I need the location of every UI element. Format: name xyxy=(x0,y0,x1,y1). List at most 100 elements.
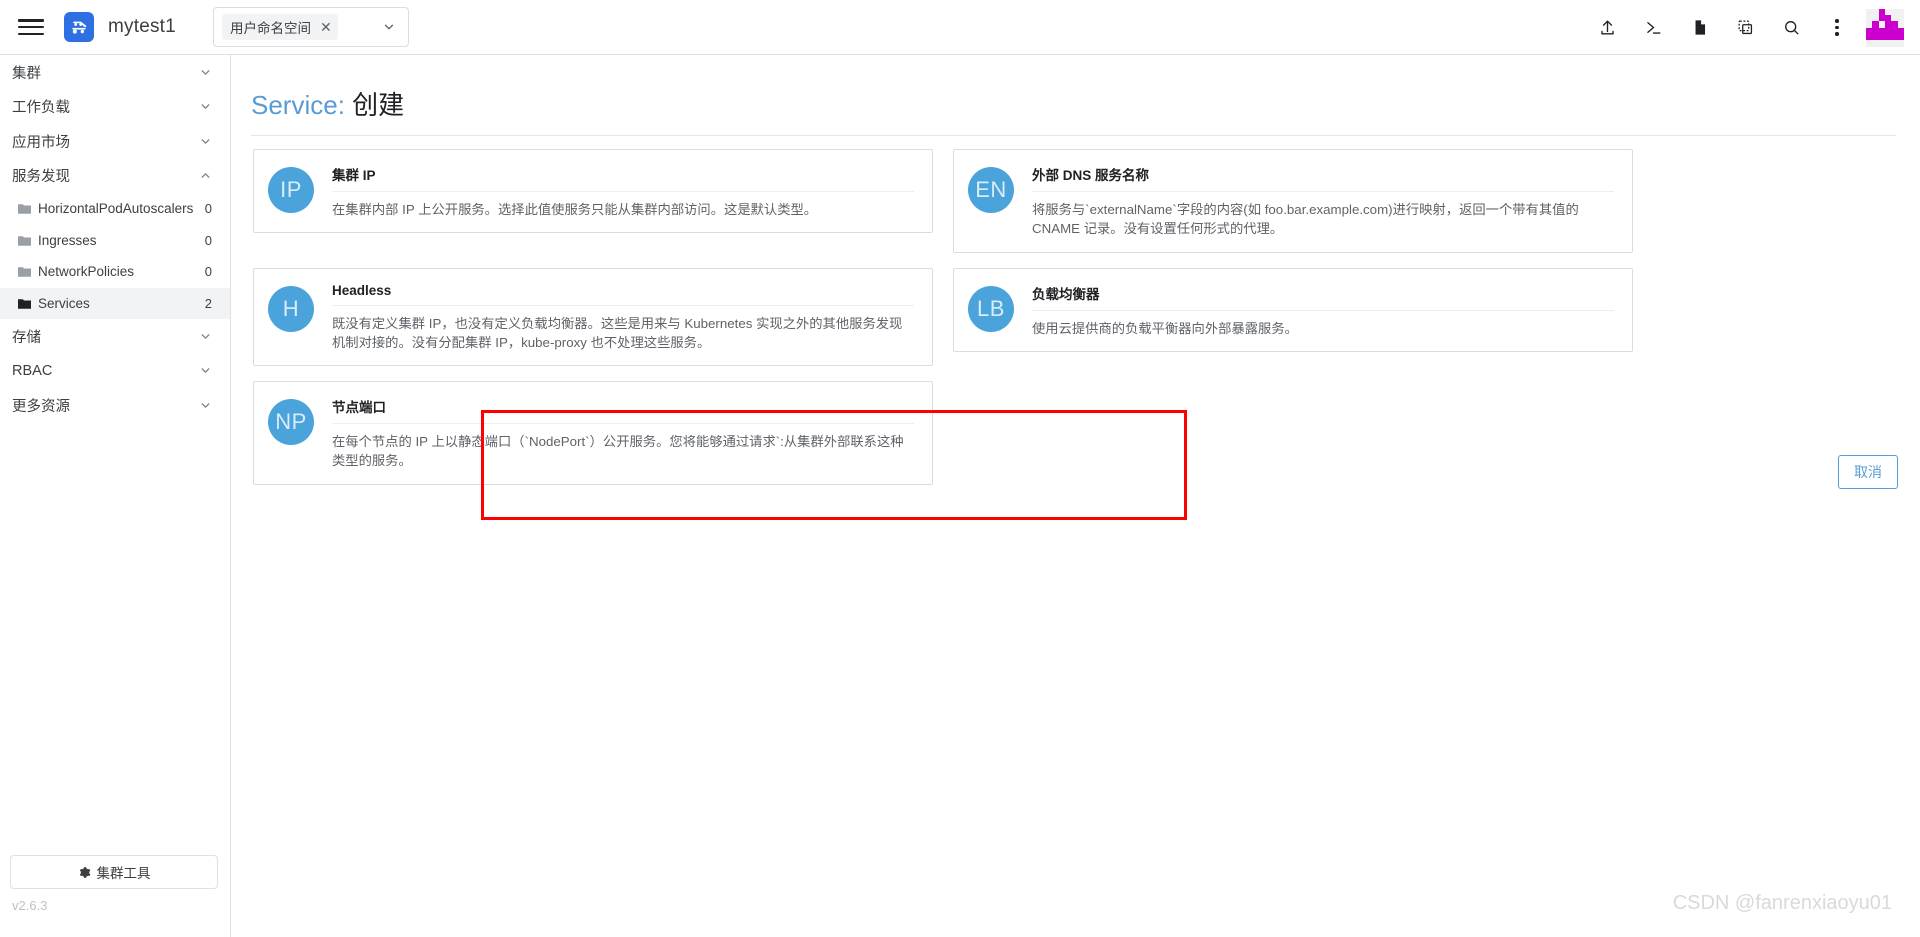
card-body: 外部 DNS 服务名称 将服务与`externalName`字段的内容(如 fo… xyxy=(1032,163,1614,239)
sidebar-item-label: Ingresses xyxy=(38,232,97,248)
loadbalancer-badge-icon: LB xyxy=(968,285,1014,332)
card-body: 节点端口 在每个节点的 IP 上以静态端口（`NodePort`）公开服务。您将… xyxy=(332,395,914,471)
sidebar-group-label: 更多资源 xyxy=(12,398,70,415)
sidebar-item-services[interactable]: Services 2 xyxy=(0,287,230,319)
card-title: 负载均衡器 xyxy=(1032,286,1100,302)
chevron-down-icon xyxy=(201,104,210,110)
namespace-chip[interactable]: 用户命名空间 ✕ xyxy=(222,14,338,40)
sidebar-item-count: 2 xyxy=(204,295,212,311)
sidebar-group-service-discovery[interactable]: 服务发现 xyxy=(0,159,230,194)
sidebar-item-horizontalpodautoscalers[interactable]: HorizontalPodAutoscalers 0 xyxy=(0,193,230,225)
top-header: mytest1 用户命名空间 ✕ xyxy=(0,0,1920,55)
chevron-down-icon xyxy=(201,69,210,75)
page-title-prefix: Service: xyxy=(251,90,345,120)
sidebar-group-label: RBAC xyxy=(12,362,53,379)
card-slot: IP 集群 IP 在集群内部 IP 上公开服务。选择此值使服务只能从集群内部访问… xyxy=(253,149,933,253)
card-row: H Headless 既没有定义集群 IP，也没有定义负载均衡器。这些是用来与 … xyxy=(253,267,1898,367)
search-icon[interactable] xyxy=(1768,5,1814,51)
card-body: 集群 IP 在集群内部 IP 上公开服务。选择此值使服务只能从集群内部访问。这是… xyxy=(332,163,914,219)
sidebar-item-networkpolicies[interactable]: NetworkPolicies 0 xyxy=(0,256,230,288)
sidebar-group-cluster[interactable]: 集群 xyxy=(0,55,230,90)
chevron-down-icon xyxy=(201,333,210,339)
sidebar-group-app-market[interactable]: 应用市场 xyxy=(0,124,230,159)
clusterip-badge-icon: IP xyxy=(268,167,314,213)
sidebar-item-count: 0 xyxy=(204,264,212,280)
cancel-button[interactable]: 取消 xyxy=(1838,455,1898,489)
service-type-card-headless[interactable]: H Headless 既没有定义集群 IP，也没有定义负载均衡器。这些是用来与 … xyxy=(253,267,933,367)
card-title: 集群 IP xyxy=(332,168,376,183)
app-logo-icon[interactable] xyxy=(64,12,94,42)
folder-icon xyxy=(18,267,31,278)
sidebar-item-count: 0 xyxy=(204,201,212,217)
sidebar-item-count: 0 xyxy=(204,232,212,248)
sidebar-item-ingresses[interactable]: Ingresses 0 xyxy=(0,225,230,257)
card-slot: EN 外部 DNS 服务名称 将服务与`externalName`字段的内容(如… xyxy=(953,149,1633,253)
sidebar-group-storage[interactable]: 存储 xyxy=(0,319,230,354)
card-slot: H Headless 既没有定义集群 IP，也没有定义负载均衡器。这些是用来与 … xyxy=(253,267,933,367)
sidebar: 集群 工作负载 应用市场 服务发现 HorizontalPodAutoscale… xyxy=(0,55,231,937)
chevron-down-icon xyxy=(201,138,210,144)
card-title: 外部 DNS 服务名称 xyxy=(1032,168,1150,183)
card-description: 既没有定义集群 IP，也没有定义负载均衡器。这些是用来与 Kubernetes … xyxy=(332,315,903,350)
cluster-tools-label: 集群工具 xyxy=(96,866,151,881)
app-name: mytest1 xyxy=(108,16,176,37)
card-slot: NP 节点端口 在每个节点的 IP 上以静态端口（`NodePort`）公开服务… xyxy=(253,381,933,485)
card-body: Headless 既没有定义集群 IP，也没有定义负载均衡器。这些是用来与 Ku… xyxy=(332,282,914,353)
externalname-badge-icon: EN xyxy=(968,167,1014,213)
upload-icon[interactable] xyxy=(1584,5,1630,51)
chevron-down-icon xyxy=(201,402,210,408)
card-slot: LB 负载均衡器 使用云提供商的负载平衡器向外部暴露服务。 xyxy=(953,267,1633,367)
service-type-card-loadbalancer[interactable]: LB 负载均衡器 使用云提供商的负载平衡器向外部暴露服务。 xyxy=(953,267,1633,352)
card-description: 在集群内部 IP 上公开服务。选择此值使服务只能从集群内部访问。这是默认类型。 xyxy=(332,202,818,217)
close-icon[interactable]: ✕ xyxy=(320,20,332,34)
card-description: 使用云提供商的负载平衡器向外部暴露服务。 xyxy=(1032,320,1298,336)
card-body: 负载均衡器 使用云提供商的负载平衡器向外部暴露服务。 xyxy=(1032,282,1614,338)
sidebar-item-label: HorizontalPodAutoscalers xyxy=(38,201,194,217)
sidebar-group-label: 工作负载 xyxy=(12,100,70,117)
header-actions xyxy=(1584,0,1920,55)
nodeport-badge-icon: NP xyxy=(268,399,314,446)
card-title: Headless xyxy=(332,282,392,298)
sidebar-group-label: 存储 xyxy=(12,329,41,346)
card-description: 将服务与`externalName`字段的内容(如 foo.bar.exampl… xyxy=(1032,202,1579,237)
card-row: NP 节点端口 在每个节点的 IP 上以静态端口（`NodePort`）公开服务… xyxy=(253,381,1898,485)
terminal-icon[interactable] xyxy=(1630,5,1676,51)
sidebar-group-rbac[interactable]: RBAC xyxy=(0,354,230,389)
chevron-down-icon[interactable] xyxy=(382,20,396,34)
title-divider xyxy=(251,135,1896,136)
gear-icon xyxy=(79,866,90,878)
sidebar-item-label: Services xyxy=(38,295,90,311)
watermark: CSDN @fanrenxiaoyu01 xyxy=(1672,892,1892,914)
sidebar-group-label: 服务发现 xyxy=(12,169,70,186)
page-title-suffix: 创建 xyxy=(352,90,405,120)
card-divider xyxy=(332,304,914,306)
hamburger-menu-icon[interactable] xyxy=(18,17,44,37)
page-title: Service: 创建 xyxy=(251,85,404,122)
card-divider xyxy=(332,423,914,425)
card-divider xyxy=(1032,191,1614,192)
chevron-down-icon xyxy=(201,368,210,374)
kebab-menu-icon[interactable] xyxy=(1814,5,1860,51)
namespace-selector[interactable]: 用户命名空间 ✕ xyxy=(213,7,409,47)
document-icon[interactable] xyxy=(1676,5,1722,51)
user-avatar[interactable] xyxy=(1866,8,1904,47)
card-title: 节点端口 xyxy=(332,400,386,416)
sidebar-group-workloads[interactable]: 工作负载 xyxy=(0,90,230,125)
service-type-card-externalname[interactable]: EN 外部 DNS 服务名称 将服务与`externalName`字段的内容(如… xyxy=(953,149,1633,253)
service-type-card-clusterip[interactable]: IP 集群 IP 在集群内部 IP 上公开服务。选择此值使服务只能从集群内部访问… xyxy=(253,149,933,234)
sidebar-item-label: NetworkPolicies xyxy=(38,264,135,280)
service-type-card-nodeport[interactable]: NP 节点端口 在每个节点的 IP 上以静态端口（`NodePort`）公开服务… xyxy=(253,381,933,485)
card-description: 在每个节点的 IP 上以静态端口（`NodePort`）公开服务。您将能够通过请… xyxy=(332,434,904,469)
main-content: Service: 创建 IP 集群 IP 在集群内部 IP 上公开服务。选择此值… xyxy=(231,55,1920,937)
service-type-card-grid: IP 集群 IP 在集群内部 IP 上公开服务。选择此值使服务只能从集群内部访问… xyxy=(253,149,1898,500)
namespace-chip-label: 用户命名空间 xyxy=(230,21,311,36)
card-row: IP 集群 IP 在集群内部 IP 上公开服务。选择此值使服务只能从集群内部访问… xyxy=(253,149,1898,253)
card-divider xyxy=(1032,309,1614,311)
version-label: v2.6.3 xyxy=(12,898,48,913)
sidebar-group-label: 应用市场 xyxy=(12,134,70,151)
sidebar-group-more-resources[interactable]: 更多资源 xyxy=(0,388,230,423)
folder-icon xyxy=(18,235,31,246)
copy-icon[interactable] xyxy=(1722,5,1768,51)
cluster-tools-button[interactable]: 集群工具 xyxy=(10,855,218,889)
card-divider xyxy=(332,191,914,192)
